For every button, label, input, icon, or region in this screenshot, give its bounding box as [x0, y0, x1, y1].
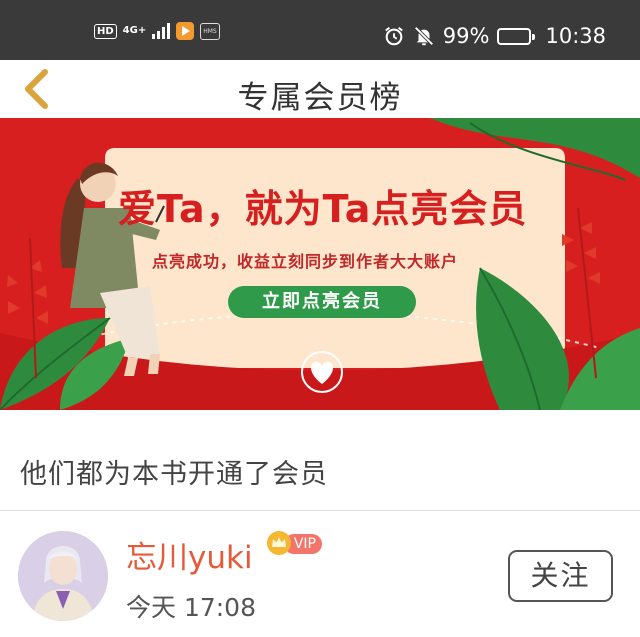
section-title: 他们都为本书开通了会员 [20, 459, 328, 490]
vip-badge: VIP [266, 530, 324, 556]
battery-icon [497, 27, 536, 45]
top-nav: 专属会员榜 [0, 60, 640, 118]
member-time: 今天 17:08 [126, 593, 256, 622]
follow-button[interactable]: 关注 [508, 550, 613, 602]
avatar[interactable] [18, 531, 108, 621]
page-title: 专属会员榜 [237, 80, 403, 116]
mute-bell-icon [414, 26, 434, 46]
video-app-icon [176, 22, 195, 40]
hms-icon: HMS [200, 22, 220, 40]
banner-headline: 爱Ta，就为Ta点亮会员 [118, 187, 528, 231]
battery-percent: 99% [442, 24, 490, 48]
avatar-image [18, 531, 108, 621]
status-bar: HD 4G+ HMS 99% 10:38 [0, 0, 640, 60]
signal-icon [152, 23, 171, 39]
clock: 10:38 [545, 24, 606, 48]
status-left-group: HD 4G+ HMS [94, 22, 220, 40]
status-right-group: 99% 10:38 [383, 24, 606, 48]
alarm-icon [384, 26, 403, 46]
banner-subtitle: 点亮成功，收益立刻同步到作者大大账户 [152, 252, 459, 271]
member-row[interactable]: 忘川yuki VIP 今天 17:08 关注 [0, 512, 640, 637]
member-name[interactable]: 忘川yuki [126, 532, 253, 577]
hd-badge: HD [94, 23, 117, 39]
promo-banner[interactable]: 爱Ta，就为Ta点亮会员 点亮成功，收益立刻同步到作者大大账户 立即点亮会员 [0, 118, 640, 410]
crown-icon [267, 531, 291, 555]
divider [0, 510, 640, 511]
network-type: 4G+ [122, 25, 147, 36]
light-up-membership-button[interactable]: 立即点亮会员 [228, 286, 416, 318]
